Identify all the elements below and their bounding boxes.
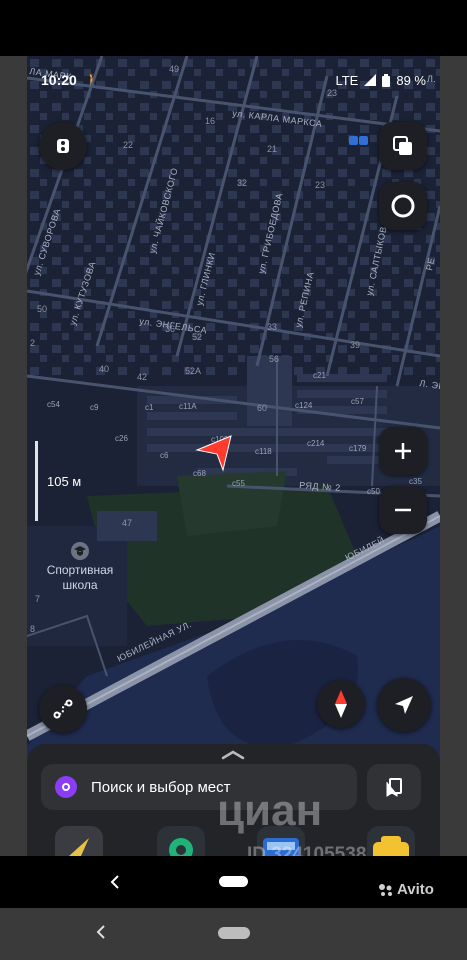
app-navigation-bar: Avito [0,856,467,908]
poi-sports-school[interactable]: Спортивная школа [27,542,135,593]
navigator-icon [69,838,89,856]
battery-percent: 89 % [396,72,426,88]
garage-label: c26 [115,434,128,443]
rings-button[interactable] [379,182,427,230]
house-number: 2 [30,338,35,348]
compass-button[interactable] [317,680,365,728]
status-right: LTE 89 % [335,73,426,88]
house-number: 7 [35,594,40,604]
bookmark-icon [386,778,402,797]
garage-label: c21 [313,371,326,380]
taxi-icon [373,836,409,856]
avito-logo-icon [379,883,392,896]
traffic-icon [57,139,69,153]
search-placeholder: Поиск и выбор мест [91,778,231,796]
map-scale: 105 м [35,441,95,521]
garage-label: c1 [145,403,154,412]
status-bar: 10:20 🚶 LTE 89 % [41,70,426,90]
signal-icon [364,74,377,86]
house-number: 39 [350,340,360,350]
ring-icon [391,194,415,218]
sheet-handle-icon[interactable] [221,750,245,760]
house-number: 42 [137,372,147,382]
house-number: 47 [122,518,132,528]
garage-label: c214 [307,439,325,448]
app-transit[interactable] [157,826,205,856]
garage-label: c118 [255,447,272,456]
back-icon[interactable] [108,874,122,890]
avito-watermark: Avito [378,881,434,898]
zoom-out-button[interactable] [379,486,427,534]
house-number: 21 [267,144,277,154]
house-number: 33 [267,322,277,332]
garage-label: c55 [232,479,245,488]
scale-bar [35,441,38,521]
garage-label: c50 [367,487,380,496]
garage-label: c6 [160,451,169,460]
layers-icon [393,136,412,155]
app-taxi[interactable] [367,826,415,856]
garage-label: c54 [47,400,60,409]
navigation-arrow-icon [395,696,413,714]
avito-label: Avito [397,881,434,898]
house-number: 52 [192,332,202,342]
system-home-pill[interactable] [218,927,250,939]
status-time: 10:20 [41,72,77,88]
garage-label: c124 [295,401,313,410]
house-number: 16 [205,116,215,126]
app-navigator[interactable] [55,826,103,856]
bus-stop-marker[interactable] [349,136,358,145]
house-number: 56 [269,354,279,364]
house-number: 40 [99,364,109,374]
garage-label: c35 [409,477,422,486]
my-location-button[interactable] [377,678,431,732]
minus-icon [395,508,411,512]
house-number: 50 [37,304,47,314]
house-number: 52A [185,366,201,376]
garage-label: c57 [351,397,364,406]
home-pill[interactable] [219,876,248,887]
garage-label: c11A [179,402,197,411]
house-number: 60 [257,403,267,413]
house-number: 22 [123,140,133,150]
watermark-brand: циан [217,786,323,835]
house-number: 8 [30,624,35,634]
route-icon [53,699,73,719]
zoom-in-button[interactable] [379,427,427,475]
parking-button[interactable] [39,122,87,170]
battery-icon [382,73,391,87]
poi-label-line1: Спортивная [46,563,114,577]
phone-top-bezel [0,0,467,56]
route-button[interactable] [39,685,87,733]
graduation-cap-icon [71,542,89,560]
house-number: 32 [237,178,247,188]
alice-icon[interactable] [55,776,77,798]
system-navigation-bar [0,908,467,960]
watermark-id: ID 324105538 [247,844,367,856]
app-screen: ЛА МАРК ул. КАРЛА МАРКСА Л. ул. СУВОРОВА… [27,56,440,856]
garage-label: c179 [349,444,367,453]
bus-stop-marker[interactable] [359,136,368,145]
network-type: LTE [335,72,359,88]
house-number: 23 [315,180,325,190]
house-number: 36 [165,324,175,334]
compass-icon [335,690,347,718]
plus-icon [395,443,411,459]
garage-label: c9 [90,403,99,412]
watermark-cian: циан [217,786,322,836]
street-label: Л. [427,74,436,84]
layers-button[interactable] [379,122,427,170]
transit-icon [169,838,193,856]
scale-label: 105 м [47,474,82,489]
walk-icon: 🚶 [84,73,100,87]
bookmarks-button[interactable] [367,764,421,810]
system-back-icon[interactable] [94,924,108,940]
garage-label: c68 [193,469,206,478]
poi-label-line2: школа [62,578,98,592]
